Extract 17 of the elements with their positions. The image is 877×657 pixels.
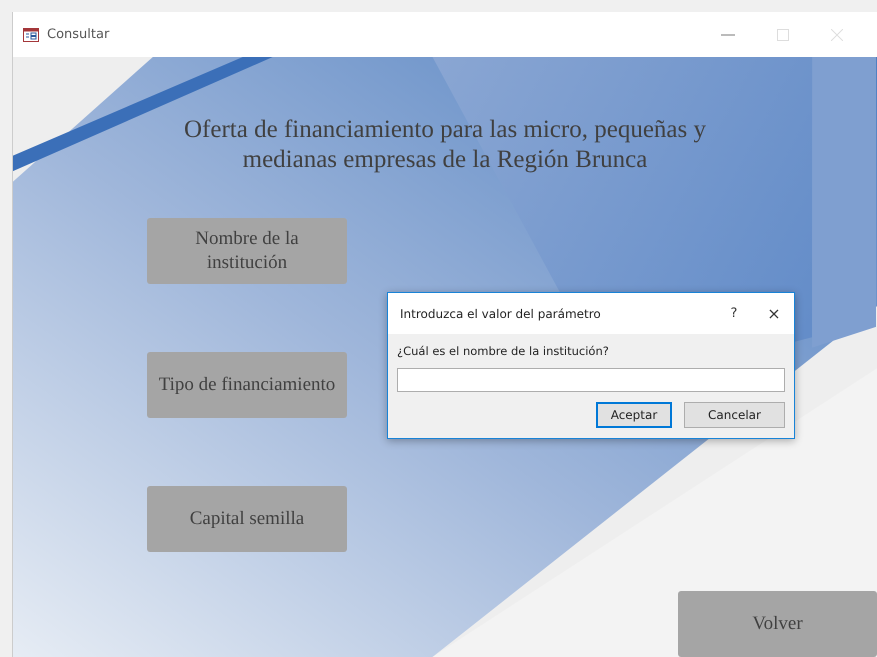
minimize-icon[interactable] — [721, 34, 735, 36]
form-button[interactable]: Capital semilla — [147, 486, 347, 552]
close-icon[interactable] — [831, 28, 843, 40]
form-button[interactable]: Nombre de la institución — [147, 218, 347, 284]
input-field[interactable] — [397, 368, 785, 392]
prompt-label: ¿Cuál es el nombre de la institución? — [397, 344, 610, 358]
form-icon — [23, 28, 39, 42]
maximize-icon[interactable] — [777, 28, 789, 40]
help-button[interactable]: ? — [714, 298, 754, 328]
back-button[interactable]: Volver — [678, 591, 877, 657]
window-title: Consultar — [47, 27, 110, 42]
cancel-button[interactable]: Cancelar — [684, 402, 785, 428]
ok-button[interactable]: Aceptar — [596, 402, 672, 428]
form-button[interactable]: Tipo de financiamiento — [147, 352, 347, 418]
close-button[interactable]: × — [754, 298, 794, 328]
form-heading: Oferta de financiamiento para las micro, pequeñas y medianas empresas de la Región Brunca — [183, 115, 707, 175]
dialog-title: Introduzca el valor del parámetro — [400, 306, 601, 320]
